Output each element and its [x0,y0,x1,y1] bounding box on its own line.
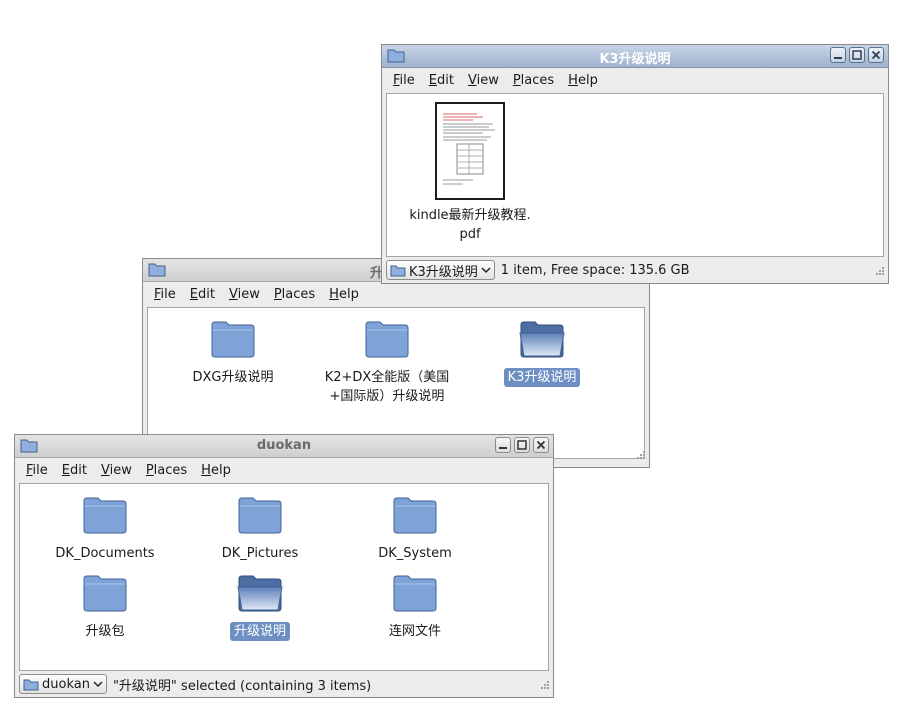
folder-label: 升级说明 [229,622,290,641]
folder-k2-dx[interactable]: K2+DX全能版（美国 +国际版）升级说明 [312,320,462,406]
folder-icon [30,574,180,616]
statusbar: K3升级说明 1 item, Free space: 135.6 GB [382,257,888,283]
maximize-button[interactable] [849,47,865,63]
minimize-button[interactable] [830,47,846,63]
menu-edit[interactable]: Edit [55,463,94,478]
folder-icon [158,320,308,362]
file-view[interactable]: DK_Documents DK_Pictures DK_System 升级包 升… [19,483,549,671]
folder-icon [390,265,406,276]
menu-help[interactable]: Help [561,73,605,88]
folder-open-icon [185,574,335,616]
folder-dk-system[interactable]: DK_System [340,496,490,563]
folder-icon [312,320,462,362]
menu-view[interactable]: View [94,463,139,478]
folder-dk-documents[interactable]: DK_Documents [30,496,180,563]
folder-icon [30,496,180,538]
menu-file[interactable]: File [147,287,183,302]
minimize-icon [834,57,842,59]
minimize-icon [499,447,507,449]
maximize-icon [517,440,527,450]
folder-k3[interactable]: K3升级说明 [467,320,617,387]
folder-icon [23,679,39,690]
folder-label: K3升级说明 [503,368,581,387]
window-k3: K3升级说明 File Edit View Places Help kindle… [381,44,889,284]
folder-dxg[interactable]: DXG升级说明 [158,320,308,387]
menu-places[interactable]: Places [267,287,322,302]
menu-file[interactable]: File [386,73,422,88]
titlebar[interactable]: K3升级说明 [382,45,888,68]
menubar: File Edit View Places Help [143,282,649,306]
window-title: duokan [256,438,312,453]
folder-network-files[interactable]: 连网文件 [340,574,490,641]
menu-view[interactable]: View [461,73,506,88]
folder-label: DXG升级说明 [192,370,274,385]
menubar: File Edit View Places Help [382,68,888,92]
folder-label: 连网文件 [388,624,441,639]
menubar: File Edit View Places Help [15,458,553,482]
folder-icon [340,496,490,538]
close-button[interactable] [868,47,884,63]
folder-icon [340,574,490,616]
location-dropdown[interactable]: duokan [19,674,107,694]
file-label-line2: pdf [459,227,481,242]
titlebar[interactable]: duokan [15,435,553,458]
location-label: K3升级说明 [409,264,478,280]
location-label: duokan [42,676,90,692]
menu-edit[interactable]: Edit [183,287,222,302]
folder-label: DK_System [378,546,452,561]
menu-view[interactable]: View [222,287,267,302]
chevron-down-icon [481,267,491,274]
folder-label: 升级包 [85,624,125,639]
maximize-button[interactable] [514,437,530,453]
file-label-line1: kindle最新升级教程. [409,208,531,223]
file-view[interactable]: kindle最新升级教程. pdf [386,93,884,257]
resize-grip[interactable] [874,265,885,280]
folder-open-icon [467,320,617,362]
close-icon [536,440,546,450]
folder-upgrade-notes[interactable]: 升级说明 [185,574,335,641]
pdf-document-icon [435,102,505,200]
chevron-down-icon [93,681,103,688]
window-title: K3升级说明 [599,52,671,67]
resize-grip[interactable] [539,679,550,694]
menu-edit[interactable]: Edit [422,73,461,88]
menu-places[interactable]: Places [139,463,194,478]
folder-label-line1: K2+DX全能版（美国 [324,370,450,385]
folder-label-line2: +国际版）升级说明 [329,389,445,404]
menu-places[interactable]: Places [506,73,561,88]
folder-dk-pictures[interactable]: DK_Pictures [185,496,335,563]
resize-grip[interactable] [635,449,646,464]
menu-help[interactable]: Help [322,287,366,302]
status-text: "升级说明" selected (containing 3 items) [112,678,372,694]
window-duokan: duokan File Edit View Places Help DK_Doc… [14,434,554,698]
status-text: 1 item, Free space: 135.6 GB [500,262,690,278]
location-dropdown[interactable]: K3升级说明 [386,260,495,280]
close-icon [871,50,881,60]
statusbar: duokan "升级说明" selected (containing 3 ite… [15,671,553,697]
maximize-icon [852,50,862,60]
minimize-button[interactable] [495,437,511,453]
close-button[interactable] [533,437,549,453]
menu-help[interactable]: Help [194,463,238,478]
folder-label: DK_Documents [55,546,155,561]
menu-file[interactable]: File [19,463,55,478]
folder-upgrade-package[interactable]: 升级包 [30,574,180,641]
folder-label: DK_Pictures [221,546,299,561]
file-kindle-pdf[interactable]: kindle最新升级教程. pdf [395,102,545,244]
folder-icon [185,496,335,538]
